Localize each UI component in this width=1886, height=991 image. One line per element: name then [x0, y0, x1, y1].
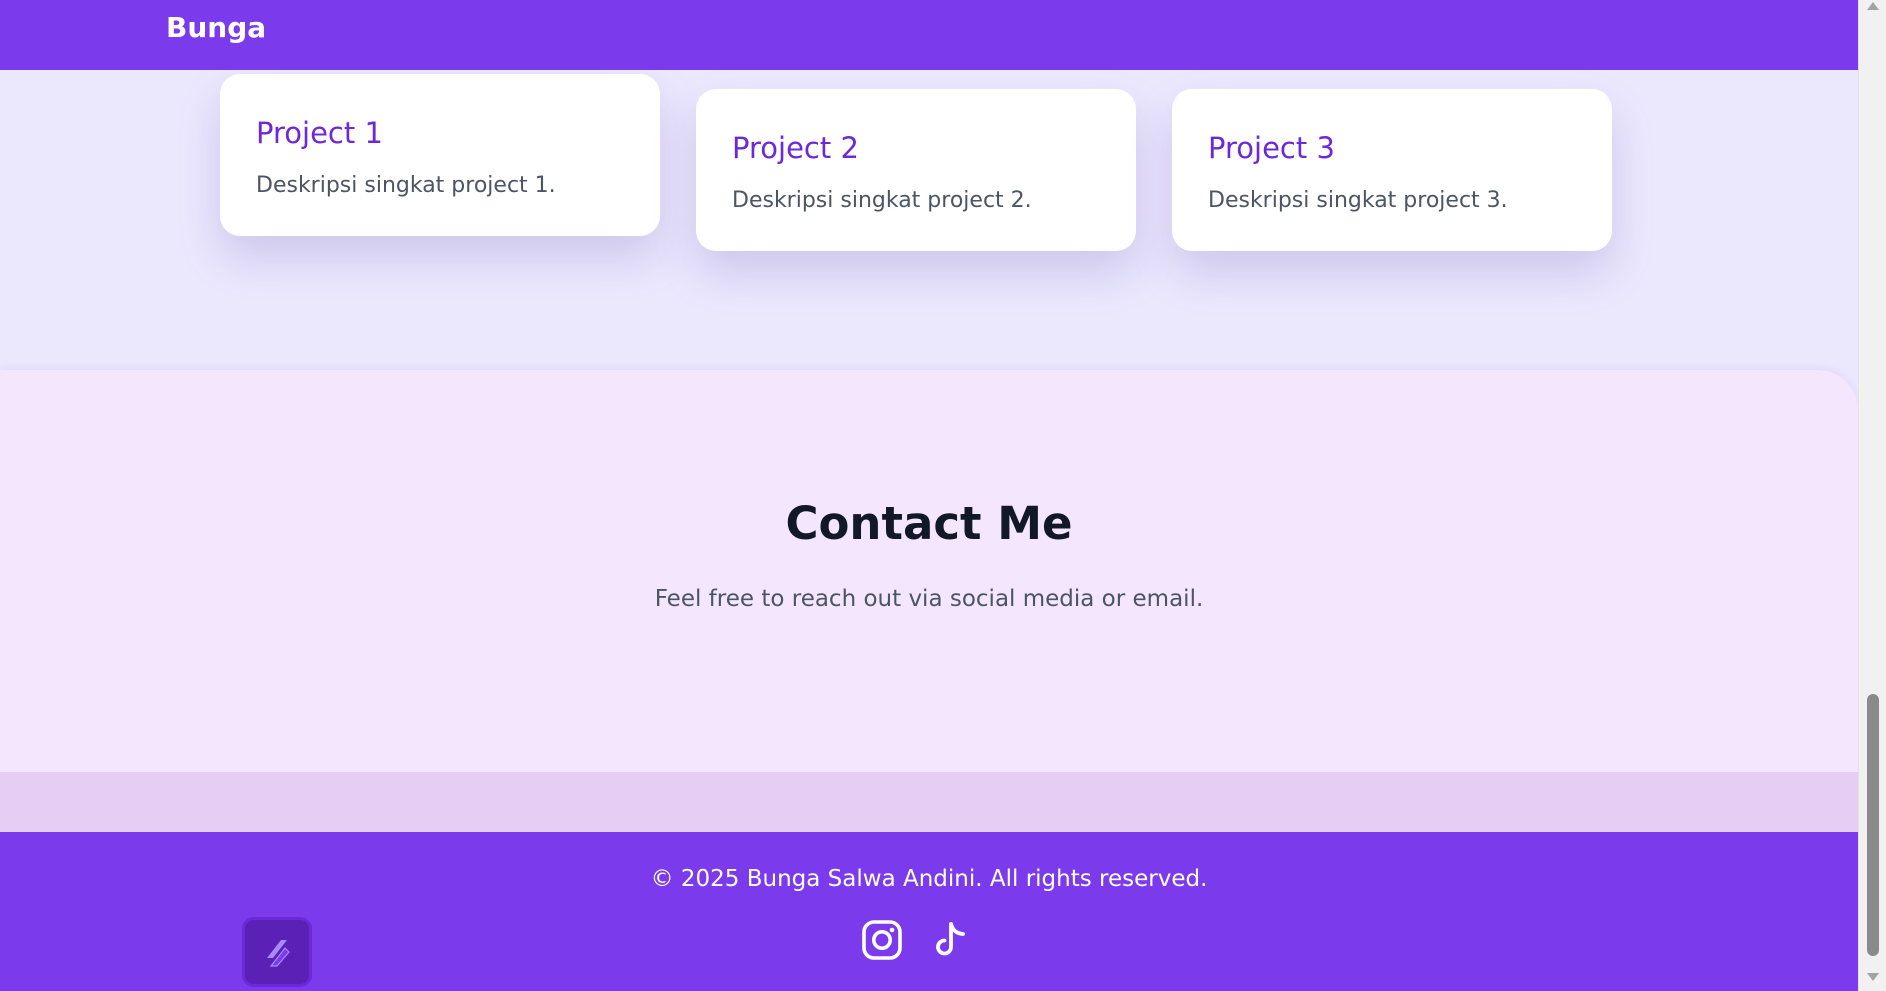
scrollbar-thumb[interactable] [1867, 694, 1879, 956]
project-description: Deskripsi singkat project 3. [1208, 188, 1508, 213]
navbar: Bunga [0, 0, 1858, 70]
vertical-scrollbar[interactable] [1858, 0, 1886, 991]
contact-text: Feel free to reach out via social media … [654, 586, 1204, 612]
projects-section: Project 1 Deskripsi singkat project 1. P… [0, 70, 1858, 370]
project-card-1[interactable]: Project 1 Deskripsi singkat project 1. [220, 74, 660, 236]
project-description: Deskripsi singkat project 1. [256, 173, 556, 198]
contact-title: Contact Me [785, 497, 1073, 550]
scroll-down-arrow-icon[interactable] [1867, 973, 1879, 981]
project-title: Project 3 [1208, 131, 1335, 165]
page-viewport: Bunga Project 1 Deskripsi singkat projec… [0, 0, 1858, 991]
social-links [861, 918, 971, 962]
tiktok-icon[interactable] [929, 919, 971, 961]
contact-section: Contact Me [0, 370, 1858, 772]
scroll-up-arrow-icon[interactable] [1867, 2, 1879, 10]
project-description: Deskripsi singkat project 2. [732, 188, 1032, 213]
project-card-2[interactable]: Project 2 Deskripsi singkat project 2. [696, 89, 1136, 251]
project-title: Project 1 [256, 116, 383, 150]
project-card-3[interactable]: Project 3 Deskripsi singkat project 3. [1172, 89, 1612, 251]
instagram-icon[interactable] [861, 919, 903, 961]
project-title: Project 2 [732, 131, 859, 165]
section-divider [0, 772, 1858, 832]
brand-logo[interactable]: Bunga [166, 10, 266, 46]
copyright-text: © 2025 Bunga Salwa Andini. All rights re… [650, 866, 1208, 892]
app-launcher-icon[interactable] [242, 917, 312, 987]
